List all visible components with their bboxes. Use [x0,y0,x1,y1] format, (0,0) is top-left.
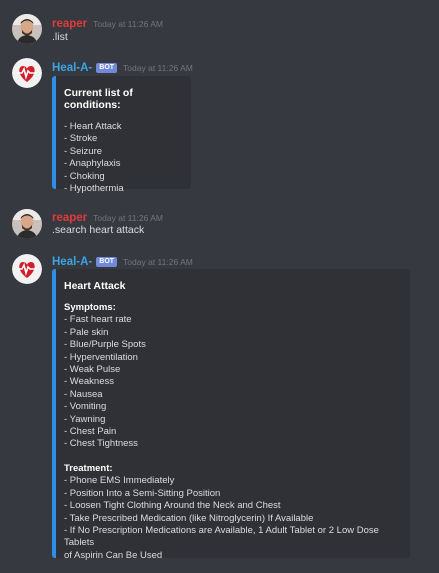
author-name[interactable]: reaper [52,212,87,224]
user-avatar-icon[interactable] [12,14,42,44]
list-item: - Anaphylaxis [64,158,121,170]
list-item: - Hypothermia [64,183,124,195]
embed-title: Heart Attack [64,280,126,292]
author-name[interactable]: reaper [52,18,87,30]
list-item: of Aspirin Can Be Used [64,549,163,561]
list-item: - Fast heart rate [64,314,132,326]
list-item: - Loosen Tight Clothing Around the Neck … [64,500,281,512]
message-timestamp: Today at 11:26 AM [123,257,193,267]
bot-avatar-icon[interactable] [12,58,42,88]
symptoms-heading: Symptoms: [64,302,116,313]
bot-badge: BOT [96,63,118,73]
list-item: - Seizure [64,145,103,157]
heart-attack-embed: Heart Attack Symptoms: - Fast heart rate… [52,269,410,561]
list-item: - Blue/Purple Spots [64,339,146,351]
list-item: - Yawning [64,413,106,425]
message-timestamp: Today at 11:26 AM [93,213,163,223]
list-item: - Position Into a Semi-Sitting Position [64,487,221,499]
embed-title: Current list of conditions: [64,87,133,111]
list-item: - Hyperventilation [64,351,138,363]
list-item: - Choking [64,170,105,182]
bot-badge: BOT [96,257,118,267]
message-text: .list [52,31,68,43]
list-item: - Stroke [64,133,98,145]
list-item: - Heart Attack [64,121,122,132]
treatment-list: - Phone EMS Immediately - Position Into … [64,475,398,562]
list-item: - Pale skin [64,326,109,338]
list-item: - Vomiting [64,401,107,413]
message-timestamp: Today at 11:26 AM [93,19,163,29]
list-item: - Chest Pain [64,426,117,438]
bot-name[interactable]: Heal-A- [52,256,92,268]
treatment-heading: Treatment: [64,462,113,474]
conditions-list: - Heart Attack - Stroke - Seizure - Anap… [64,121,179,195]
list-item: - Weakness [64,376,114,388]
list-item: - Chest Tightness [64,438,138,450]
message-timestamp: Today at 11:26 AM [123,63,193,73]
message-text: .search heart attack [52,224,145,236]
list-item: - Weak Pulse [64,364,121,376]
list-item: - If No Prescription Medications are Ava… [64,524,379,549]
chat-log: reaper Today at 11:26 AM .list Heal-A- BOT… [0,0,439,573]
symptoms-list: - Fast heart rate - Pale skin - Blue/Pur… [64,314,398,450]
conditions-embed: Current list of conditions: - Heart Atta… [52,76,191,194]
bot-name[interactable]: Heal-A- [52,62,92,74]
bot-avatar-icon[interactable] [12,254,42,284]
list-item: - Phone EMS Immediately [64,475,175,487]
list-item: - Nausea [64,388,103,400]
list-item: - Take Prescribed Medication (like Nitro… [64,512,314,524]
user-avatar-icon[interactable] [12,209,42,239]
